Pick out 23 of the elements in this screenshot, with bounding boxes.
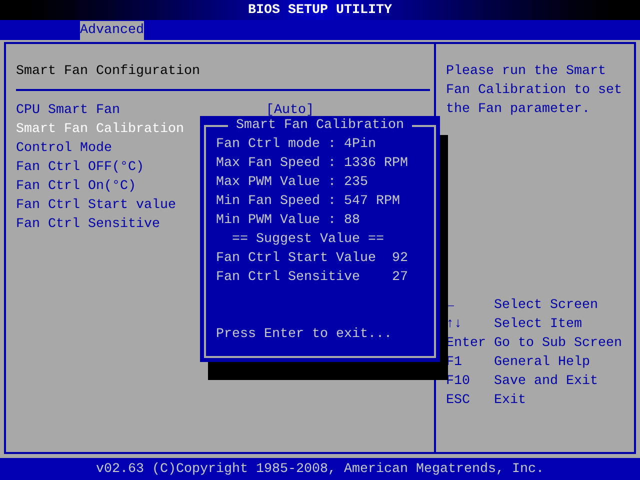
key-description: Save and Exit <box>494 373 598 391</box>
window-title: BIOS SETUP UTILITY <box>248 2 392 20</box>
key-label: F10 <box>446 373 471 391</box>
dialog-line: Fan Ctrl Sensitive 27 <box>216 269 408 287</box>
copyright-text: v02.63 (C)Copyright 1985-2008, American Megatrends, Inc. <box>96 460 544 478</box>
key-description: Select Item <box>494 316 582 334</box>
dialog-footer: Press Enter to exit... <box>216 325 392 344</box>
key-description: Select Screen <box>494 297 598 315</box>
dialog-line: Fan Ctrl Start Value 92 <box>216 250 408 268</box>
key-label: ↑↓ <box>446 316 463 334</box>
dialog-line: Max PWM Value : 235 <box>216 174 369 192</box>
dialog-line: Min PWM Value : 88 <box>216 212 361 230</box>
dialog-line: Fan Ctrl mode : 4Pin <box>216 136 377 154</box>
section-title: Smart Fan Configuration <box>16 63 201 81</box>
key-label: ESC <box>446 392 471 410</box>
dialog-subheading: == Suggest Value == <box>231 231 385 249</box>
key-description: General Help <box>494 354 590 372</box>
key-description: Exit <box>494 392 526 410</box>
menu-tab[interactable]: Advanced <box>80 20 144 40</box>
key-description: Go to Sub Screen <box>494 335 622 353</box>
help-text: Please run the Smart Fan Calibration to set the Fan parameter. <box>446 63 623 119</box>
dialog-line: Max Fan Speed : 1336 RPM <box>216 155 408 173</box>
dialog-line: Min Fan Speed : 547 RPM <box>216 193 401 211</box>
